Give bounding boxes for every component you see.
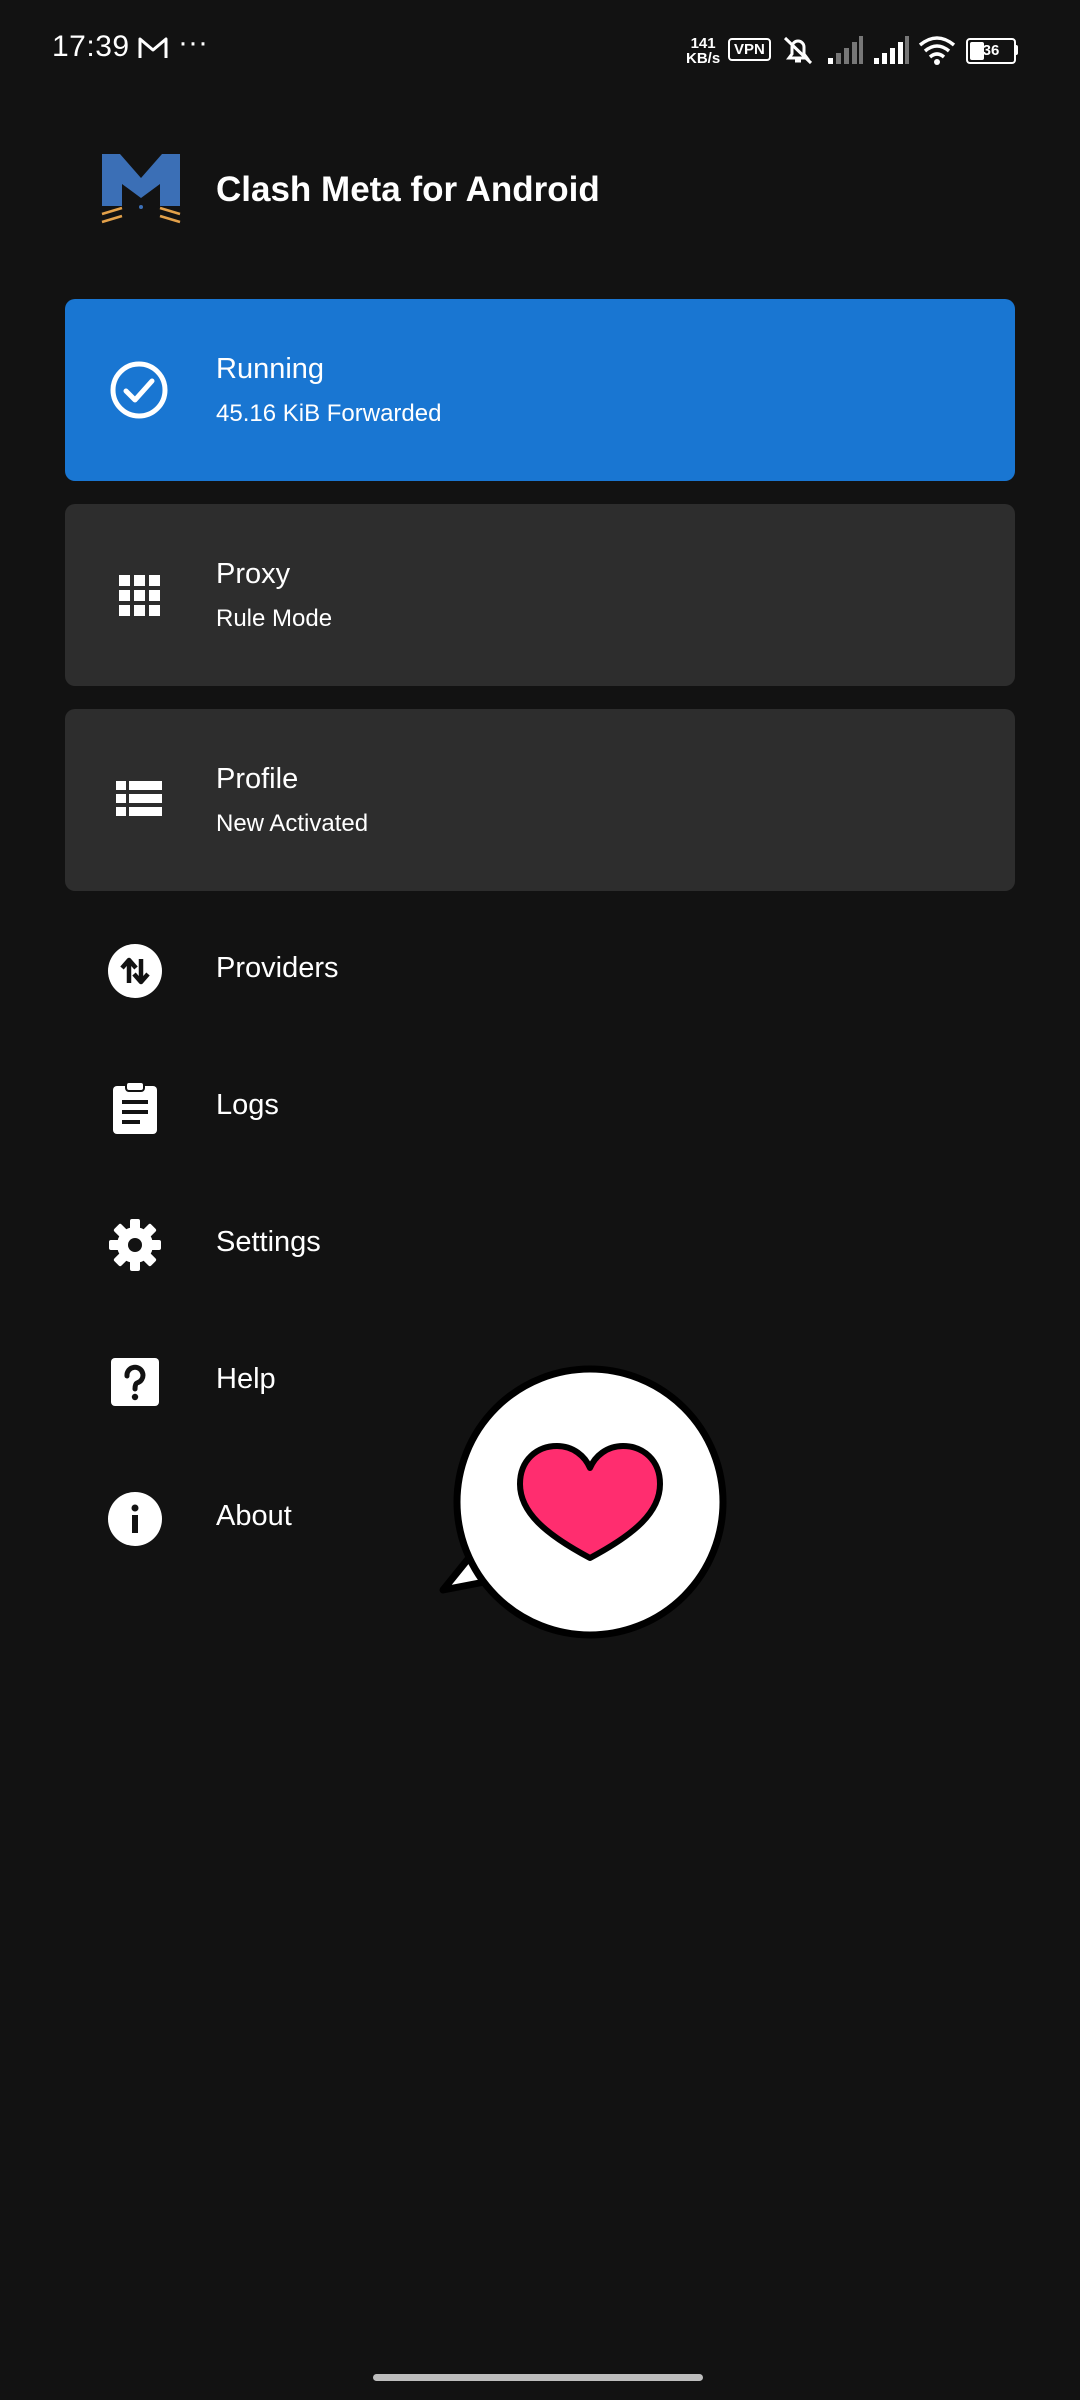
- list-icon: [116, 781, 162, 816]
- menu-item-logs[interactable]: Logs: [65, 1053, 1015, 1163]
- running-status-card[interactable]: Running 45.16 KiB Forwarded: [65, 299, 1015, 481]
- info-icon: [108, 1492, 162, 1546]
- proxy-subtitle: Rule Mode: [216, 605, 333, 632]
- settings-label: Settings: [216, 1226, 321, 1258]
- network-speed: 141 KB/s: [686, 35, 721, 67]
- profile-title: Profile: [216, 763, 299, 795]
- app-header: Clash Meta for Android: [100, 150, 1000, 230]
- profile-card[interactable]: Profile New Activated: [65, 709, 1015, 891]
- about-label: About: [216, 1500, 292, 1532]
- battery-icon: 36: [966, 38, 1016, 64]
- bell-muted-icon: [783, 36, 813, 65]
- gmail-icon: [138, 37, 168, 58]
- proxy-card[interactable]: Proxy Rule Mode: [65, 504, 1015, 686]
- status-bar: 17:39 ··· 141 KB/s VPN 36: [0, 0, 1080, 100]
- check-circle-icon: [110, 361, 168, 419]
- logs-label: Logs: [216, 1089, 279, 1121]
- swap-vertical-icon: [108, 944, 162, 998]
- more-notifications-icon: ···: [178, 26, 208, 59]
- gear-icon: [109, 1219, 161, 1271]
- clash-meta-logo-icon: [101, 154, 181, 224]
- vpn-badge: VPN: [728, 38, 771, 61]
- providers-label: Providers: [216, 952, 339, 984]
- profile-subtitle: New Activated: [216, 810, 369, 837]
- proxy-title: Proxy: [216, 558, 291, 590]
- running-title: Running: [216, 353, 325, 385]
- status-time: 17:39: [52, 30, 130, 63]
- running-subtitle: 45.16 KiB Forwarded: [216, 400, 442, 427]
- help-label: Help: [216, 1363, 276, 1395]
- battery-level: 36: [982, 42, 1000, 59]
- menu-item-settings[interactable]: Settings: [65, 1190, 1015, 1300]
- gesture-navigation-bar[interactable]: [373, 2374, 703, 2381]
- app-title: Clash Meta for Android: [216, 170, 600, 209]
- signal-weak-icon: [828, 36, 863, 64]
- wifi-icon: [918, 36, 956, 65]
- clipboard-icon: [113, 1081, 157, 1134]
- menu-item-providers[interactable]: Providers: [65, 916, 1015, 1026]
- help-icon: [111, 1358, 159, 1406]
- grid-icon: [119, 575, 160, 616]
- heart-bubble-icon[interactable]: [435, 1362, 731, 1642]
- signal-strong-icon: [874, 36, 909, 64]
